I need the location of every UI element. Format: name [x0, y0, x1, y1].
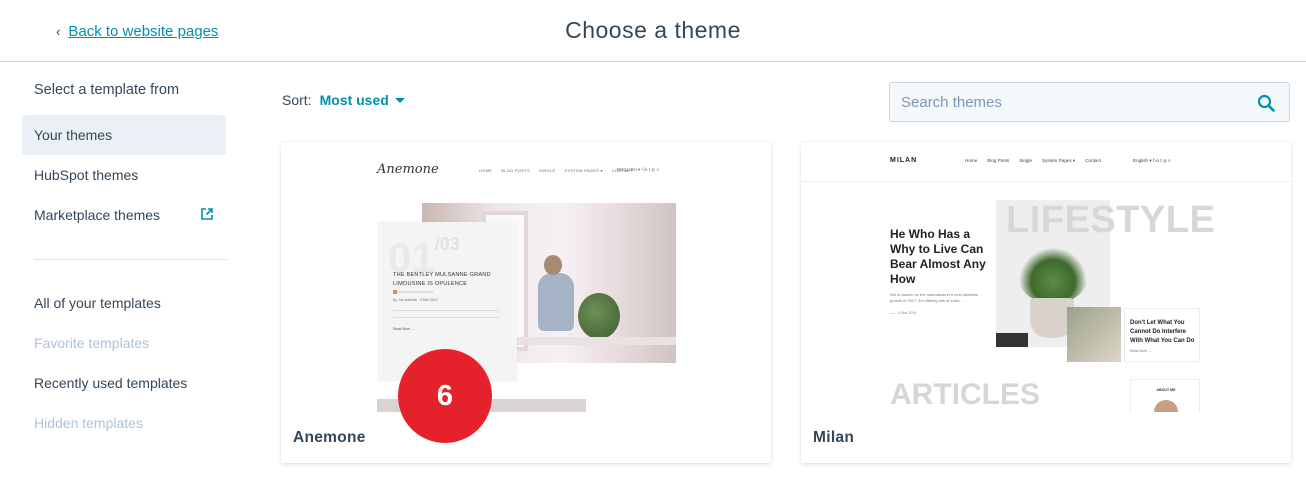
preview-thumbnail — [1067, 307, 1121, 362]
preview-social: English ▾ f in t ◎ ⌕ — [1133, 158, 1171, 163]
preview-headline: He Who Has a Why to Live Can Bear Almost… — [890, 227, 986, 286]
preview-about-title: ABOUT ME — [1156, 388, 1176, 392]
preview-date: —— 4 Mar 2019 — [890, 311, 917, 315]
preview-nav-item: Single — [1019, 158, 1033, 163]
sidebar-item-favorite-templates: Favorite templates — [22, 323, 226, 363]
sidebar-item-recently-used-templates[interactable]: Recently used templates — [22, 363, 226, 403]
search-box — [889, 82, 1290, 122]
preview-divider — [393, 290, 433, 294]
sidebar-item-label: All of your templates — [34, 295, 161, 311]
sort-value: Most used — [319, 92, 389, 108]
sidebar-item-label: Your themes — [34, 127, 113, 143]
theme-card-milan[interactable]: MILAN Home Blog Posts Single System Page… — [801, 142, 1291, 463]
sidebar-item-hidden-templates: Hidden templates — [22, 403, 226, 443]
preview-logo: MILAN — [890, 157, 918, 164]
sidebar-divider — [34, 259, 227, 260]
preview-nav-item: System Pages ▾ — [1042, 158, 1076, 163]
page-title: Choose a theme — [565, 17, 741, 43]
photo-person-head — [544, 255, 562, 275]
preview-nav-item: Blog Posts — [987, 158, 1010, 163]
preview-post-card: Don't Let What You Cannot Do Interfere W… — [1124, 308, 1200, 362]
sort-control: Sort: Most used — [282, 92, 405, 108]
theme-card-anemone[interactable]: Anemone HOME BLOG POSTS SINGLE SYSTEM PA… — [281, 142, 771, 463]
sidebar-item-marketplace-themes[interactable]: Marketplace themes — [22, 195, 226, 235]
photo-sill — [508, 337, 676, 345]
preview-post-card-link: Read More → — [1130, 349, 1152, 353]
preview-byline: By Joe Isabella · 4 Mar 2019 — [393, 298, 438, 302]
preview-social: ENGLISH ▾ f in t ◎ ⌕ — [617, 167, 659, 172]
theme-preview-anemone: Anemone HOME BLOG POSTS SINGLE SYSTEM PA… — [281, 142, 771, 412]
preview-nav-item: SINGLE — [539, 168, 556, 173]
preview-excerpt-lines — [393, 310, 499, 318]
preview-big-word: LIFESTYLE — [1006, 199, 1216, 241]
preview-about-box: ABOUT ME — [1130, 379, 1200, 412]
preview-post-card-title: Don't Let What You Cannot Do Interfere W… — [1130, 320, 1195, 344]
sidebar: Select a template from Your themes HubSp… — [22, 62, 227, 480]
theme-name: Milan — [813, 429, 855, 446]
sort-label: Sort: — [282, 92, 312, 108]
sidebar-item-your-themes[interactable]: Your themes — [22, 115, 226, 155]
sidebar-heading: Select a template from — [34, 82, 180, 98]
preview-nav: HOME BLOG POSTS SINGLE SYSTEM PAGES ▾ CO… — [479, 168, 633, 173]
preview-read-more: Read More → — [393, 327, 415, 331]
photo-person — [538, 273, 574, 331]
theme-preview-milan: MILAN Home Blog Posts Single System Page… — [801, 142, 1291, 412]
preview-nav: Home Blog Posts Single System Pages ▾ Co… — [965, 158, 1101, 164]
caret-down-icon — [394, 97, 405, 103]
sidebar-item-all-templates[interactable]: All of your templates — [22, 283, 226, 323]
avatar — [1154, 400, 1178, 412]
preview-topbar: MILAN Home Blog Posts Single System Page… — [801, 142, 1291, 182]
search-input[interactable] — [890, 83, 1250, 121]
photo-plant — [578, 293, 620, 339]
theme-name: Anemone — [293, 429, 366, 446]
step-number-badge: 6 — [398, 349, 492, 443]
sidebar-item-label: Recently used templates — [34, 375, 188, 391]
preview-slider-arrows — [996, 333, 1028, 347]
sidebar-item-label: Marketplace themes — [34, 207, 161, 223]
sidebar-item-label: HubSpot themes — [34, 167, 139, 183]
preview-section-word: ARTICLES — [890, 378, 1040, 411]
preview-nav-item: SYSTEM PAGES ▾ — [564, 168, 603, 173]
photo-plant-leaves — [1018, 248, 1088, 304]
preview-nav-item: Contact — [1085, 158, 1102, 163]
search-icon[interactable] — [1257, 94, 1275, 112]
external-link-icon — [201, 208, 213, 220]
top-header: ‹ Back to website pages Choose a theme — [0, 0, 1306, 62]
sidebar-item-label: Favorite templates — [34, 335, 150, 351]
sidebar-item-label: Hidden templates — [34, 415, 143, 431]
preview-headline: THE BENTLEY MULSANNE GRAND LIMOUSINE IS … — [393, 272, 491, 287]
sort-dropdown[interactable]: Most used — [320, 92, 405, 108]
preview-excerpt: Set to launch on the manufacturer's new … — [890, 292, 978, 303]
preview-nav-item: Home — [965, 158, 978, 163]
sidebar-item-hubspot-themes[interactable]: HubSpot themes — [22, 155, 226, 195]
preview-nav-item: HOME — [479, 168, 493, 173]
preview-logo: Anemone — [377, 162, 439, 177]
preview-nav-item: BLOG POSTS — [501, 168, 530, 173]
